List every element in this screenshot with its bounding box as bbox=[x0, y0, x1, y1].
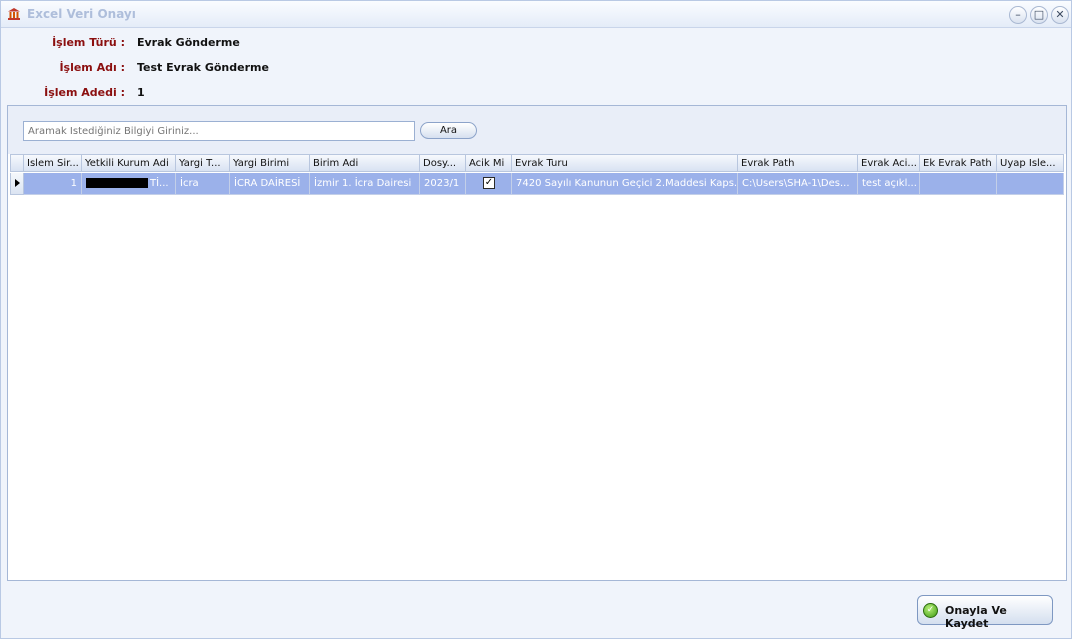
column-header-uyap-islem[interactable]: Uyap Isle... bbox=[997, 154, 1064, 172]
islem-turu-label: İşlem Türü : bbox=[52, 36, 125, 49]
table-cell-acik-mi[interactable]: ✓ bbox=[466, 173, 512, 195]
current-row-arrow-icon bbox=[15, 179, 20, 187]
check-circle-icon: ✓ bbox=[923, 603, 938, 618]
table-cell-yargi-turu[interactable]: İcra bbox=[176, 173, 230, 195]
islem-adi-label: İşlem Adı : bbox=[59, 61, 125, 74]
column-header-islem-sira[interactable]: Islem Sir... bbox=[24, 154, 82, 172]
column-header-evrak-aciklama[interactable]: Evrak Aci... bbox=[858, 154, 920, 172]
redaction-block bbox=[86, 178, 148, 188]
column-header-acik-mi[interactable]: Acik Mi bbox=[466, 154, 512, 172]
islem-turu-value: Evrak Gönderme bbox=[137, 36, 240, 49]
onayla-ve-kaydet-button[interactable]: ✓ Onayla Ve Kaydet bbox=[917, 595, 1053, 630]
data-panel: Ara Islem Sir... Yetkili Kurum Adi Yargi… bbox=[7, 105, 1067, 581]
column-header-dosya[interactable]: Dosy... bbox=[420, 154, 466, 172]
minimize-button[interactable]: – bbox=[1009, 6, 1027, 24]
yetkili-kurum-adi-text: Tİ... bbox=[150, 178, 169, 189]
column-header-yargi-birimi[interactable]: Yargi Birimi bbox=[230, 154, 310, 172]
row-selector[interactable] bbox=[10, 173, 24, 195]
table-cell-dosya[interactable]: 2023/1 bbox=[420, 173, 466, 195]
acik-mi-checkbox[interactable]: ✓ bbox=[483, 177, 495, 189]
search-button[interactable]: Ara bbox=[420, 122, 477, 139]
table-cell-evrak-path[interactable]: C:\Users\SHA-1\Des... bbox=[738, 173, 858, 195]
excel-veri-onayi-window: Excel Veri Onayı – □ ✕ İşlem Türü : Evra… bbox=[0, 0, 1072, 639]
table-cell-ek-evrak-path[interactable] bbox=[920, 173, 997, 195]
islem-adi-value: Test Evrak Gönderme bbox=[137, 61, 269, 74]
search-input[interactable] bbox=[23, 121, 415, 141]
maximize-button[interactable]: □ bbox=[1030, 6, 1048, 24]
column-header-ek-evrak-path[interactable]: Ek Evrak Path bbox=[920, 154, 997, 172]
islem-adedi-label: İşlem Adedi : bbox=[44, 86, 125, 99]
table-cell-evrak-turu[interactable]: 7420 Sayılı Kanunun Geçici 2.Maddesi Kap… bbox=[512, 173, 738, 195]
title-bar[interactable]: Excel Veri Onayı – □ ✕ bbox=[1, 1, 1071, 28]
table-cell-evrak-aciklama[interactable]: test açıkl... bbox=[858, 173, 920, 195]
column-header-yargi-turu[interactable]: Yargi T... bbox=[176, 154, 230, 172]
column-header-birim-adi[interactable]: Birim Adi bbox=[310, 154, 420, 172]
column-header-evrak-turu[interactable]: Evrak Turu bbox=[512, 154, 738, 172]
save-button-label: Onayla Ve Kaydet bbox=[945, 604, 1007, 630]
table-cell-birim-adi[interactable]: İzmir 1. İcra Dairesi bbox=[310, 173, 420, 195]
column-header-evrak-path[interactable]: Evrak Path bbox=[738, 154, 858, 172]
table-cell-yetkili-kurum-adi[interactable]: Tİ... bbox=[82, 173, 176, 195]
row-selector-header bbox=[10, 154, 24, 172]
close-button[interactable]: ✕ bbox=[1051, 6, 1069, 24]
search-bar: Ara bbox=[8, 106, 1066, 154]
window-title: Excel Veri Onayı bbox=[27, 7, 136, 21]
islem-adedi-value: 1 bbox=[137, 86, 145, 99]
table-cell-islem-sira[interactable]: 1 bbox=[24, 173, 82, 195]
table-cell-yargi-birimi[interactable]: İCRA DAİRESİ bbox=[230, 173, 310, 195]
column-header-yetkili-kurum-adi[interactable]: Yetkili Kurum Adi bbox=[82, 154, 176, 172]
table-cell-uyap-islem[interactable] bbox=[997, 173, 1064, 195]
building-icon bbox=[8, 8, 20, 20]
